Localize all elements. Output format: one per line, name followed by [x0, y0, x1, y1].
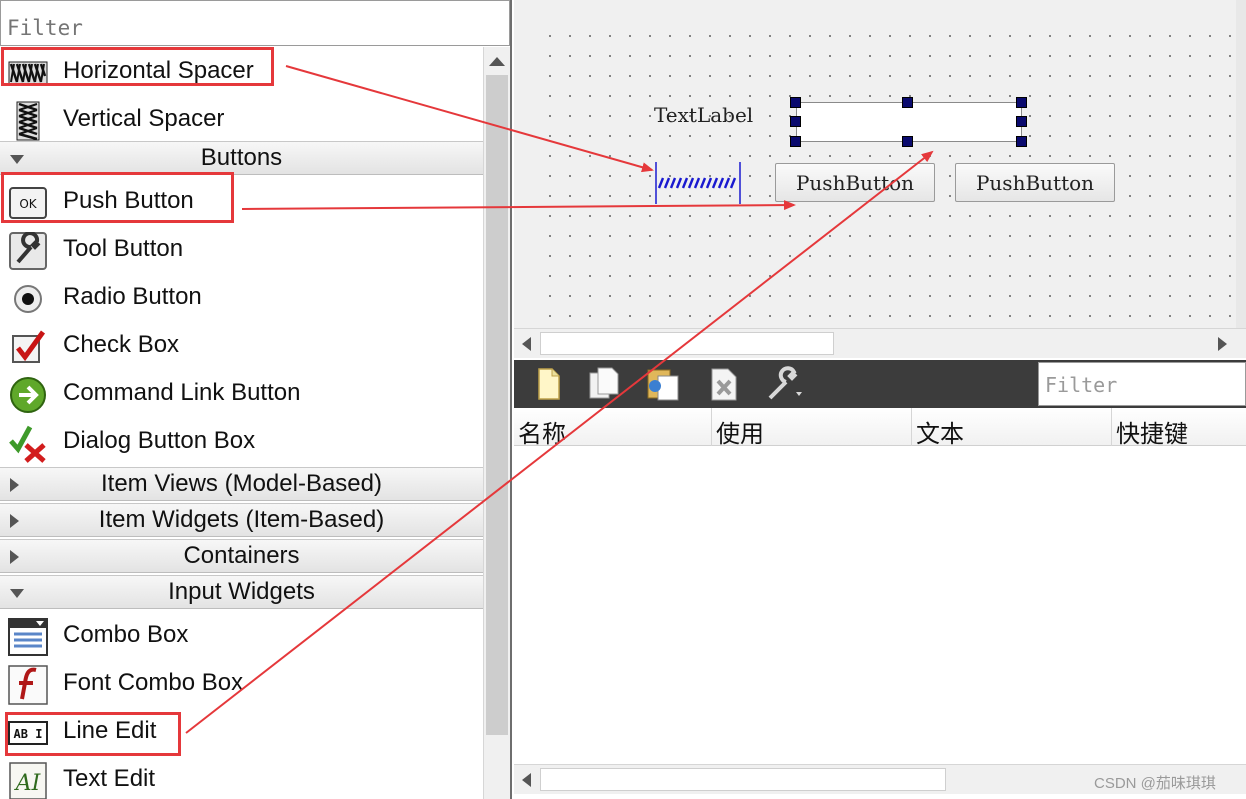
- scroll-left-arrow-icon[interactable]: [522, 337, 531, 351]
- selection-handle[interactable]: [902, 97, 913, 108]
- widget-item-label: Text Edit: [63, 765, 156, 792]
- chevron-right-icon: [10, 514, 19, 528]
- selection-handle[interactable]: [790, 97, 801, 108]
- category-containers[interactable]: Containers: [0, 539, 483, 573]
- check-box-icon: [8, 327, 48, 367]
- widget-list-scrollbar[interactable]: [483, 47, 510, 799]
- delete-action-icon[interactable]: [704, 364, 744, 404]
- widget-item-label: Line Edit: [63, 717, 157, 744]
- copy-action-icon[interactable]: [584, 364, 624, 404]
- widget-filter-input[interactable]: [0, 0, 510, 46]
- category-label: Buttons: [200, 144, 283, 171]
- action-filter-input[interactable]: Filter: [1038, 362, 1246, 406]
- widget-item-check-box[interactable]: Check Box: [0, 321, 483, 369]
- widget-item-combo-box[interactable]: Combo Box: [0, 611, 483, 659]
- widget-item-label: Command Link Button: [63, 379, 301, 406]
- widget-item-horizontal-spacer[interactable]: Horizontal Spacer: [0, 47, 483, 95]
- scroll-right-arrow-icon[interactable]: [1218, 337, 1227, 351]
- selection-handle[interactable]: [790, 116, 801, 127]
- widget-item-push-button[interactable]: OK Push Button: [0, 177, 483, 225]
- action-table-header: 名称 使用 文本 快捷键: [514, 408, 1246, 448]
- selection-handle[interactable]: [1016, 116, 1027, 127]
- widget-item-label: Font Combo Box: [63, 669, 244, 696]
- paste-action-icon[interactable]: [644, 364, 684, 404]
- horizontal-spacer-icon: [8, 53, 48, 93]
- widget-item-line-edit[interactable]: AB I Line Edit: [0, 707, 483, 755]
- widget-item-font-combo-box[interactable]: Font Combo Box: [0, 659, 483, 707]
- widget-item-label: Tool Button: [63, 235, 184, 262]
- watermark: CSDN @茄味琪琪: [1094, 775, 1216, 792]
- selection-handle[interactable]: [1016, 136, 1027, 147]
- push-button-icon: OK: [8, 183, 48, 223]
- text-edit-icon: AI: [8, 761, 48, 799]
- column-header-name[interactable]: 名称: [514, 408, 712, 448]
- column-header-shortcut[interactable]: 快捷键: [1112, 408, 1246, 448]
- widget-item-label: Push Button: [63, 187, 194, 214]
- text-edit-icon-text: AI: [14, 771, 42, 796]
- widget-item-dialog-button-box[interactable]: Dialog Button Box: [0, 417, 483, 465]
- category-item-widgets[interactable]: Item Widgets (Item-Based): [0, 503, 483, 537]
- line-edit-icon-text: AB I: [14, 727, 43, 741]
- chevron-down-icon: [10, 155, 24, 164]
- command-link-icon: [8, 375, 48, 415]
- action-editor-toolbar: Filter: [514, 360, 1246, 408]
- line-edit-icon: AB I: [8, 713, 48, 753]
- widget-item-radio-button[interactable]: Radio Button: [0, 273, 483, 321]
- action-editor-panel: Filter 名称 使用 文本 快捷键: [514, 360, 1246, 799]
- scrollbar-thumb[interactable]: [540, 332, 834, 355]
- dialog-button-box-icon: [8, 423, 48, 463]
- widget-item-label: Combo Box: [63, 621, 189, 648]
- widget-list: Horizontal Spacer Vertical Spacer Button…: [0, 47, 483, 799]
- chevron-right-icon: [10, 478, 19, 492]
- push-icon-text: OK: [19, 197, 37, 211]
- vertical-spacer-icon: [8, 101, 48, 141]
- form-text-label[interactable]: TextLabel: [654, 103, 753, 127]
- scrollbar-thumb[interactable]: [540, 768, 946, 791]
- category-buttons[interactable]: Buttons: [0, 141, 483, 175]
- scroll-left-arrow-icon[interactable]: [522, 773, 531, 787]
- widget-box-panel: Horizontal Spacer Vertical Spacer Button…: [0, 0, 512, 799]
- widget-item-label: Check Box: [63, 331, 180, 358]
- category-label: Containers: [183, 542, 300, 569]
- selection-handle[interactable]: [1016, 97, 1027, 108]
- widget-item-label: Horizontal Spacer: [63, 57, 254, 84]
- widget-item-command-link-button[interactable]: Command Link Button: [0, 369, 483, 417]
- scroll-up-arrow-icon[interactable]: [489, 57, 505, 66]
- category-label: Input Widgets: [168, 578, 315, 605]
- configure-icon[interactable]: [764, 364, 804, 404]
- column-header-used[interactable]: 使用: [712, 408, 912, 448]
- form-push-button-2[interactable]: PushButton: [955, 163, 1115, 202]
- widget-item-text-edit[interactable]: AI Text Edit: [0, 755, 483, 799]
- chevron-down-icon: [10, 589, 24, 598]
- selection-handle[interactable]: [902, 136, 913, 147]
- chevron-right-icon: [10, 550, 19, 564]
- widget-item-label: Radio Button: [63, 283, 202, 310]
- new-action-icon[interactable]: [528, 364, 568, 404]
- widget-item-label: Vertical Spacer: [63, 105, 225, 132]
- combo-box-icon: [8, 617, 48, 657]
- form-horizontal-spacer[interactable]: [655, 162, 741, 204]
- category-input-widgets[interactable]: Input Widgets: [0, 575, 483, 609]
- category-item-views[interactable]: Item Views (Model-Based): [0, 467, 483, 501]
- form-push-button-1[interactable]: PushButton: [775, 163, 935, 202]
- column-header-text[interactable]: 文本: [912, 408, 1112, 448]
- form-horizontal-scrollbar[interactable]: [514, 328, 1246, 358]
- tool-button-icon: [8, 231, 48, 271]
- widget-item-label: Dialog Button Box: [63, 427, 256, 454]
- scrollbar-thumb[interactable]: [486, 75, 508, 735]
- selection-handle[interactable]: [790, 136, 801, 147]
- form-vertical-scrollbar[interactable]: [1236, 0, 1246, 328]
- font-combo-box-icon: [8, 665, 48, 705]
- category-label: Item Widgets (Item-Based): [98, 506, 385, 533]
- category-label: Item Views (Model-Based): [101, 470, 382, 497]
- widget-item-tool-button[interactable]: Tool Button: [0, 225, 483, 273]
- radio-button-icon: [8, 279, 48, 319]
- widget-item-vertical-spacer[interactable]: Vertical Spacer: [0, 95, 483, 143]
